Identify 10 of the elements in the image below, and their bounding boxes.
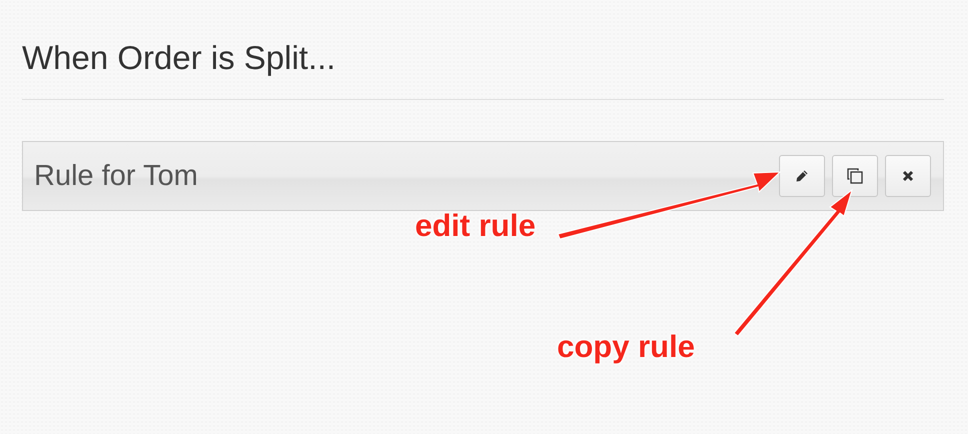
pencil-icon [795, 169, 809, 183]
annotation-label: copy rule [557, 329, 695, 365]
edit-button[interactable] [779, 155, 825, 197]
close-icon [902, 170, 914, 182]
copy-button[interactable] [832, 155, 878, 197]
copy-icon [846, 167, 864, 185]
annotation-label: edit rule [415, 208, 536, 244]
section-heading: When Order is Split... [22, 38, 337, 78]
rule-name: Rule for Tom [34, 160, 198, 192]
delete-button[interactable] [885, 155, 931, 197]
